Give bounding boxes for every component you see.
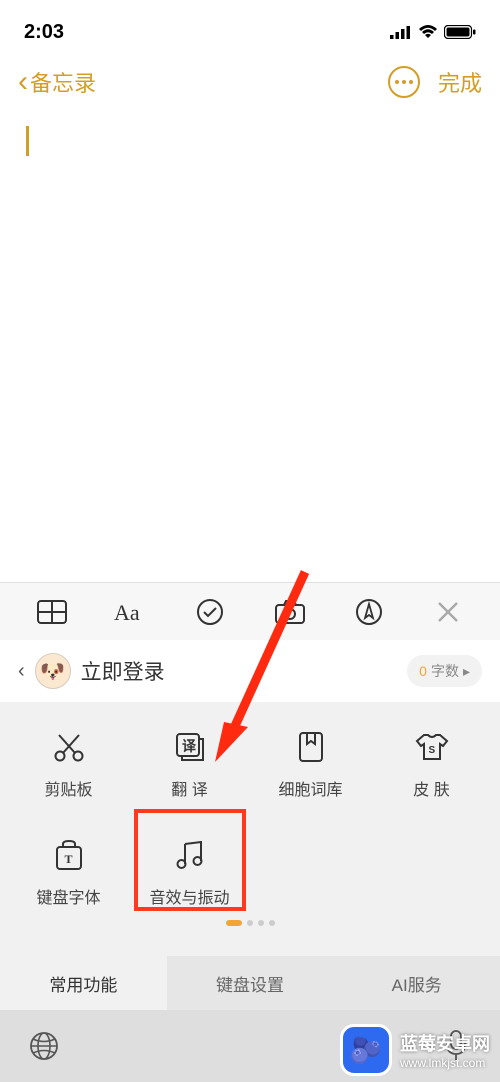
- label: 细胞词库: [278, 776, 342, 800]
- translate-item[interactable]: 译 翻 译: [129, 730, 250, 800]
- label: 音效与振动: [149, 884, 229, 908]
- done-button[interactable]: 完成: [438, 66, 482, 98]
- tab-ai[interactable]: AI服务: [333, 956, 500, 1010]
- scissors-icon: [52, 730, 86, 764]
- thesaurus-item[interactable]: 细胞词库: [250, 730, 371, 800]
- dot: [258, 920, 264, 926]
- dot: [247, 920, 253, 926]
- watermark-logo: 🫐: [340, 1024, 392, 1076]
- status-indicators: [390, 25, 476, 39]
- markup-button[interactable]: [352, 595, 386, 629]
- tab-keyboard-settings[interactable]: 键盘设置: [167, 956, 334, 1010]
- status-time: 2:03: [24, 21, 64, 44]
- nav-bar: ‹ 备忘录 完成: [0, 52, 500, 112]
- dot-active: [226, 920, 242, 926]
- signal-icon: [390, 25, 412, 39]
- chevron-left-icon: ‹: [18, 65, 28, 99]
- battery-icon: [444, 25, 476, 39]
- watermark-title: 蓝莓安卓网: [400, 1030, 490, 1056]
- text-cursor: [26, 126, 29, 156]
- svg-text:Aa: Aa: [114, 600, 140, 624]
- label: 剪贴板: [44, 776, 92, 800]
- back-label: 备忘录: [30, 66, 96, 98]
- music-note-icon: [173, 838, 207, 872]
- login-button[interactable]: ‹ 🐶 立即登录: [18, 653, 165, 689]
- wordcount-number: 0: [419, 663, 427, 679]
- svg-text:T: T: [64, 852, 72, 866]
- more-button[interactable]: [388, 66, 420, 98]
- svg-text:译: 译: [182, 738, 197, 754]
- bottom-tabs: 常用功能 键盘设置 AI服务: [0, 956, 500, 1010]
- chevron-right-icon: ▸: [463, 663, 470, 680]
- note-editor[interactable]: [0, 112, 500, 582]
- table-button[interactable]: [35, 595, 69, 629]
- wordcount-button[interactable]: 0 字数 ▸: [407, 655, 482, 687]
- keyboard-font-item[interactable]: T 键盘字体: [8, 838, 129, 908]
- status-bar: 2:03: [0, 0, 500, 52]
- watermark-url: www.lmkjst.com: [400, 1056, 490, 1070]
- globe-button[interactable]: [26, 1028, 62, 1064]
- wordcount-label: 字数: [431, 661, 459, 681]
- page-indicator: [8, 920, 492, 926]
- nav-right: 完成: [388, 66, 482, 98]
- tab-common[interactable]: 常用功能: [0, 956, 167, 1010]
- text-format-button[interactable]: Aa: [114, 595, 148, 629]
- back-button[interactable]: ‹ 备忘录: [18, 65, 96, 99]
- label: 皮 肤: [413, 776, 449, 800]
- dot: [269, 920, 275, 926]
- watermark: 🫐 蓝莓安卓网 www.lmkjst.com: [330, 1018, 500, 1082]
- camera-button[interactable]: [273, 595, 307, 629]
- font-bag-icon: T: [52, 838, 86, 872]
- function-grid: 剪贴板 译 翻 译 细胞词库 S 皮 肤 T 键盘字体: [0, 702, 500, 956]
- close-toolbar-button[interactable]: [431, 595, 465, 629]
- checklist-button[interactable]: [193, 595, 227, 629]
- label: 键盘字体: [36, 884, 100, 908]
- sound-vibration-item[interactable]: 音效与振动: [129, 838, 250, 908]
- chevron-left-icon: ‹: [18, 660, 25, 683]
- note-toolbar: Aa: [0, 582, 500, 640]
- wifi-icon: [418, 25, 438, 39]
- svg-text:S: S: [428, 745, 435, 756]
- login-bar: ‹ 🐶 立即登录 0 字数 ▸: [0, 640, 500, 702]
- login-label: 立即登录: [81, 656, 165, 686]
- avatar: 🐶: [35, 653, 71, 689]
- clipboard-item[interactable]: 剪贴板: [8, 730, 129, 800]
- translate-icon: 译: [173, 730, 207, 764]
- skin-item[interactable]: S 皮 肤: [371, 730, 492, 800]
- tshirt-icon: S: [415, 730, 449, 764]
- bookmark-icon: [294, 730, 328, 764]
- label: 翻 译: [171, 776, 207, 800]
- watermark-text: 蓝莓安卓网 www.lmkjst.com: [400, 1030, 490, 1070]
